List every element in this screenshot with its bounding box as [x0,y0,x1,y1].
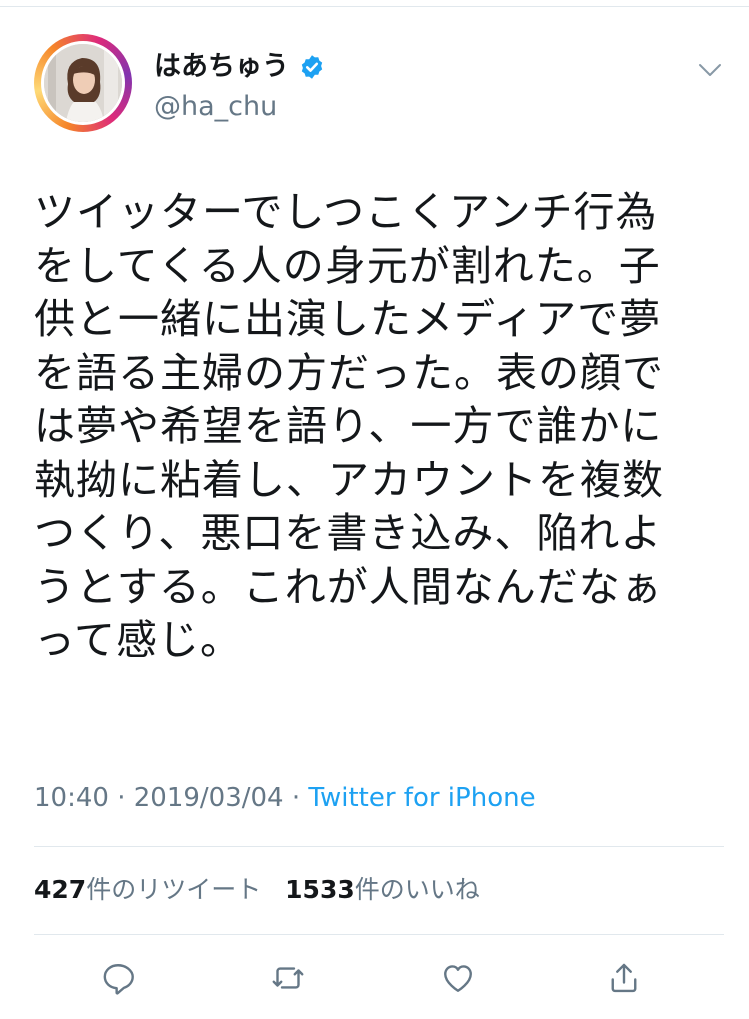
tweet-time[interactable]: 10:40 [34,783,109,813]
share-button[interactable] [602,956,646,1000]
retweet-button[interactable] [266,956,310,1000]
tweet-date[interactable]: 2019/03/04 [134,783,284,813]
tweet-meta: 10:40 · 2019/03/04 · Twitter for iPhone [34,780,536,816]
tweet-text: ツイッターでしつこくアンチ行為 をしてくる人の身元が割れた。子 供と一緒に出演し… [34,188,664,664]
tweet-source-link[interactable]: Twitter for iPhone [308,783,535,813]
retweets-label: 件のリツイート [86,875,262,904]
top-divider [0,6,749,7]
meta-separator-2: · [291,783,301,813]
retweets-stat[interactable]: 427件のリツイート [34,875,261,904]
tweet-stats: 427件のリツイート 1533件のいいね [34,872,480,908]
likes-stat[interactable]: 1533件のいいね [285,875,480,904]
like-icon [444,965,472,992]
display-name[interactable]: はあちゅう [154,50,289,84]
divider-meta [34,846,724,847]
name-row: はあちゅう [154,50,325,84]
user-handle[interactable]: @ha_chu [154,90,277,124]
share-icon [611,963,637,993]
chevron-down-icon[interactable] [694,54,726,86]
meta-separator: · [117,783,126,813]
tweet-header: はあちゅう @ha_chu [34,34,724,134]
likes-count: 1533 [285,875,355,904]
reply-icon [103,964,134,995]
tweet-actions [0,950,749,1006]
verified-badge-icon [301,55,323,79]
avatar-photo [41,41,125,125]
reply-button[interactable] [96,956,140,1000]
retweet-icon [272,967,304,989]
avatar[interactable] [34,34,132,132]
like-button[interactable] [436,956,480,1000]
retweets-count: 427 [34,875,87,904]
likes-label: 件のいいね [354,875,480,904]
divider-stats [34,934,724,935]
